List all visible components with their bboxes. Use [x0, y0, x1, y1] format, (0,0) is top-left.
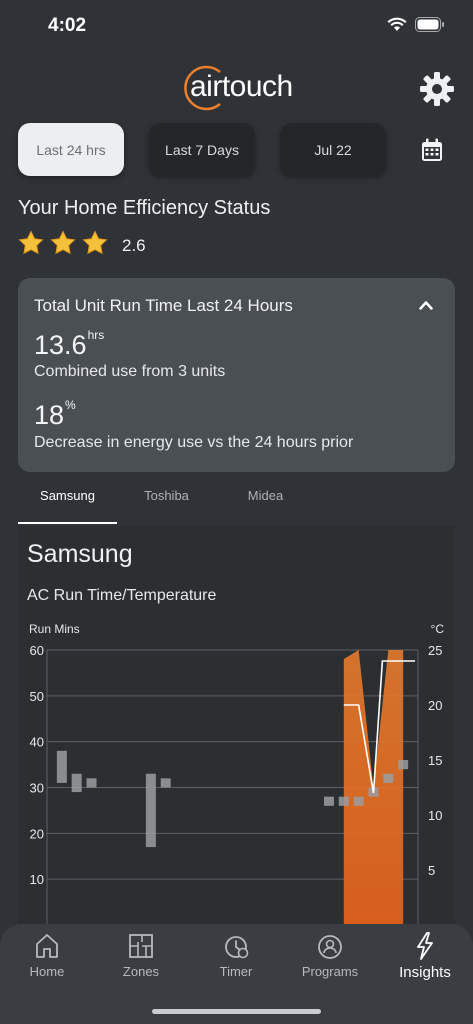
nav-programs-label: Programs — [301, 964, 359, 979]
temperature-candle — [383, 773, 394, 783]
range-date-button[interactable]: Jul 22 — [280, 123, 386, 176]
status-bar: 4:02 — [0, 0, 473, 52]
y-right-axis-label: °C — [431, 622, 445, 636]
temperature-candle — [353, 796, 364, 806]
y-left-tick-label: 50 — [30, 689, 44, 704]
insights-icon — [417, 932, 433, 960]
run-time-caption: Combined use from 3 units — [34, 363, 226, 380]
unit-tabs: Samsung Toshiba Midea — [18, 488, 455, 526]
y-left-tick-label: 10 — [30, 872, 44, 887]
temperature-candle — [323, 796, 334, 806]
temperature-candle — [71, 773, 82, 793]
efficiency-title: Your Home Efficiency Status — [18, 197, 271, 219]
star-icon — [50, 230, 76, 255]
nav-zones-label: Zones — [122, 964, 160, 979]
y-left-axis-label: Run Mins — [29, 622, 80, 636]
y-right-tick-label: 20 — [428, 698, 442, 713]
programs-icon — [318, 935, 342, 959]
y-right-tick-label: 25 — [428, 643, 442, 658]
decrease-caption: Decrease in energy use vs the 24 hours p… — [34, 434, 354, 451]
star-icon — [82, 230, 108, 255]
tab-toshiba[interactable]: Toshiba — [117, 488, 216, 503]
temperature-candle — [160, 778, 171, 788]
status-icons — [387, 17, 445, 32]
battery-icon — [415, 17, 444, 32]
y-left-tick-label: 40 — [30, 735, 44, 750]
decrease-value: 18% — [34, 398, 76, 430]
run-time-value: 13.6hrs — [34, 328, 105, 360]
temperature-candle — [398, 760, 409, 770]
efficiency-rating: 2.6 — [122, 236, 146, 255]
run-time-unit: hrs — [87, 328, 105, 342]
home-indicator — [152, 1009, 321, 1014]
y-left-tick-label: 20 — [30, 826, 44, 841]
zones-icon — [129, 934, 153, 958]
temperature-candle — [86, 778, 97, 788]
wifi-icon — [387, 17, 407, 31]
range-last-24-hrs-button[interactable]: Last 24 hrs — [18, 123, 124, 176]
range-last-7-days-button[interactable]: Last 7 Days — [149, 123, 255, 176]
run-time-summary-card: Total Unit Run Time Last 24 Hours 13.6hr… — [18, 278, 455, 472]
tab-samsung[interactable]: Samsung — [18, 488, 117, 503]
y-left-tick-label: 30 — [30, 781, 44, 796]
y-right-tick-label: 15 — [428, 753, 442, 768]
airtouch-logo: airtouch — [182, 62, 294, 111]
y-right-tick-label: 5 — [428, 863, 435, 878]
home-icon — [36, 934, 58, 958]
tab-underline — [18, 522, 117, 524]
nav-insights[interactable]: Insights — [378, 932, 472, 981]
timer-icon — [225, 936, 249, 959]
run-time-temperature-chart: Run Mins °C 60 50 40 30 20 10 25 20 15 10 5 — [29, 622, 445, 927]
logo-text: airtouch — [190, 70, 293, 103]
decrease-unit: % — [65, 398, 76, 412]
card-title: Total Unit Run Time Last 24 Hours — [34, 296, 293, 315]
gear-icon[interactable] — [418, 70, 456, 108]
nav-home[interactable]: Home — [0, 932, 94, 979]
temperature-candle — [145, 773, 156, 848]
efficiency-stars — [18, 230, 108, 256]
tab-midea[interactable]: Midea — [216, 488, 315, 503]
calendar-icon[interactable] — [421, 138, 443, 162]
nav-programs[interactable]: Programs — [283, 932, 377, 979]
chevron-up-icon[interactable] — [419, 300, 433, 310]
chart-title: AC Run Time/Temperature — [27, 587, 217, 604]
nav-home-label: Home — [29, 964, 65, 979]
nav-zones[interactable]: Zones — [94, 932, 188, 979]
status-time: 4:02 — [48, 15, 87, 36]
star-icon — [18, 230, 44, 255]
nav-timer[interactable]: Timer — [189, 932, 283, 979]
nav-timer-label: Timer — [219, 964, 253, 979]
nav-insights-label: Insights — [399, 964, 451, 981]
y-right-tick-label: 10 — [428, 808, 442, 823]
y-left-tick-label: 60 — [30, 643, 44, 658]
temperature-candle — [56, 750, 67, 783]
unit-title: Samsung — [27, 540, 133, 568]
temperature-candle — [338, 796, 349, 806]
